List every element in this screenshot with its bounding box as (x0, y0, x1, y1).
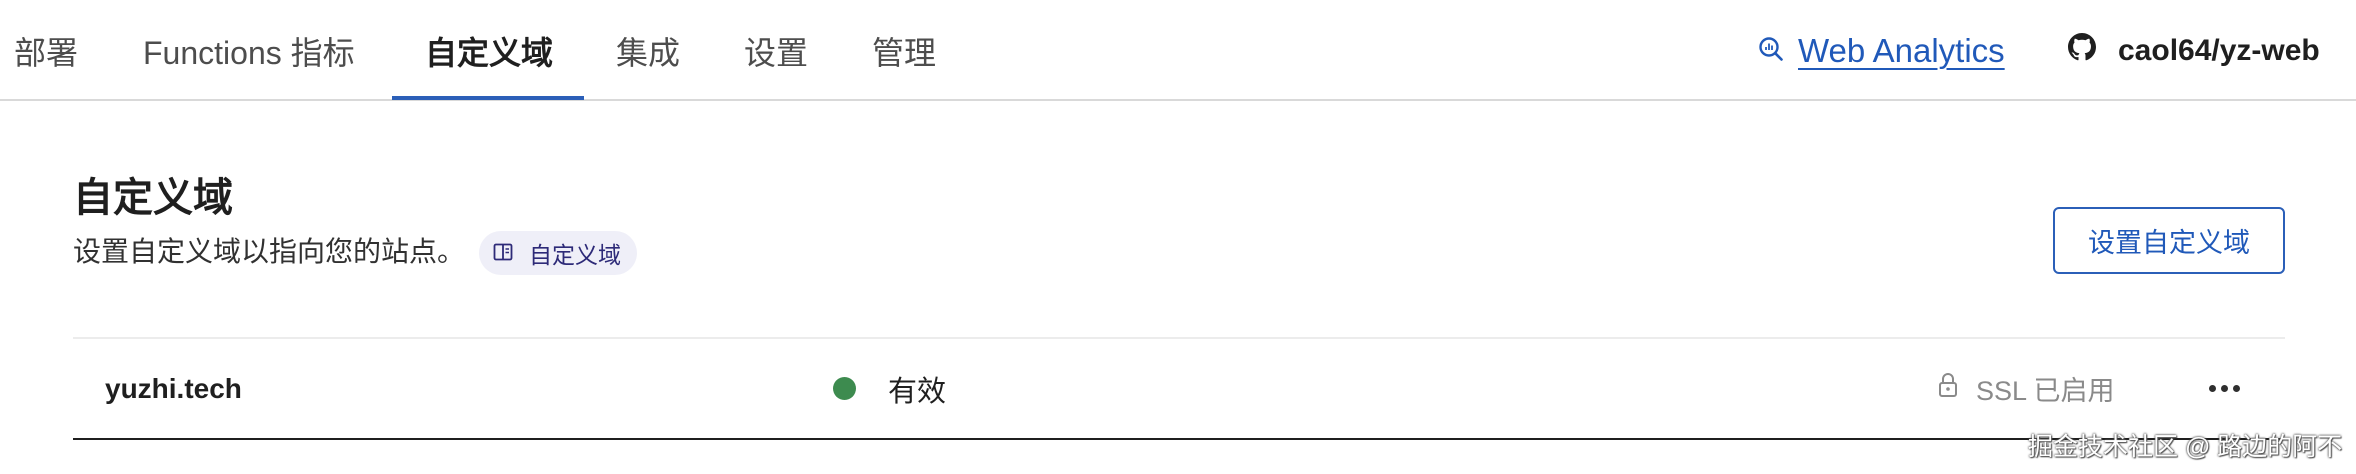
lock-icon (1938, 372, 1958, 405)
more-horizontal-icon[interactable] (2201, 367, 2247, 409)
domain-status-label: 有效 (888, 375, 947, 408)
ssl-status-label: SSL 已启用 (1976, 376, 2115, 406)
web-analytics-label: Web Analytics (1798, 31, 2005, 69)
tab-manage[interactable]: 管理 (872, 0, 936, 101)
domain-name[interactable]: yuzhi.tech (105, 339, 242, 438)
top-navigation: 部署 Functions 指标 自定义域 集成 设置 管理 Web Analyt… (0, 0, 2356, 101)
book-icon (493, 240, 513, 267)
domain-row: yuzhi.tech 有效 SSL 已启用 (73, 339, 2285, 438)
doc-link-label: 自定义域 (529, 242, 621, 268)
list-bottom-border (73, 438, 2285, 440)
tab-settings[interactable]: 设置 (744, 0, 808, 101)
custom-domains-doc-link[interactable]: 自定义域 (479, 231, 637, 275)
tab-functions-metrics[interactable]: Functions 指标 (143, 0, 355, 101)
status-active-dot (833, 377, 856, 400)
web-analytics-link[interactable]: Web Analytics (1758, 0, 2005, 101)
github-icon (2068, 32, 2096, 69)
active-tab-indicator (392, 96, 584, 100)
repository-label: caol64/yz-web (2118, 33, 2320, 67)
domain-status: 有效 (833, 339, 946, 438)
analytics-search-icon (1758, 32, 1784, 70)
section-description: 设置自定义域以指向您的站点。 (73, 236, 466, 267)
page-title: 自定义域 (73, 176, 233, 220)
ssl-status: SSL 已启用 (1938, 339, 2115, 438)
setup-custom-domain-button[interactable]: 设置自定义域 (2053, 207, 2285, 274)
tab-deployments[interactable]: 部署 (14, 0, 78, 101)
tab-custom-domains[interactable]: 自定义域 (425, 0, 553, 101)
repository-link[interactable]: caol64/yz-web (2068, 0, 2320, 101)
watermark: 掘金技术社区 @ 路边的阿不 (2028, 433, 2343, 461)
tab-integrations[interactable]: 集成 (616, 0, 680, 101)
